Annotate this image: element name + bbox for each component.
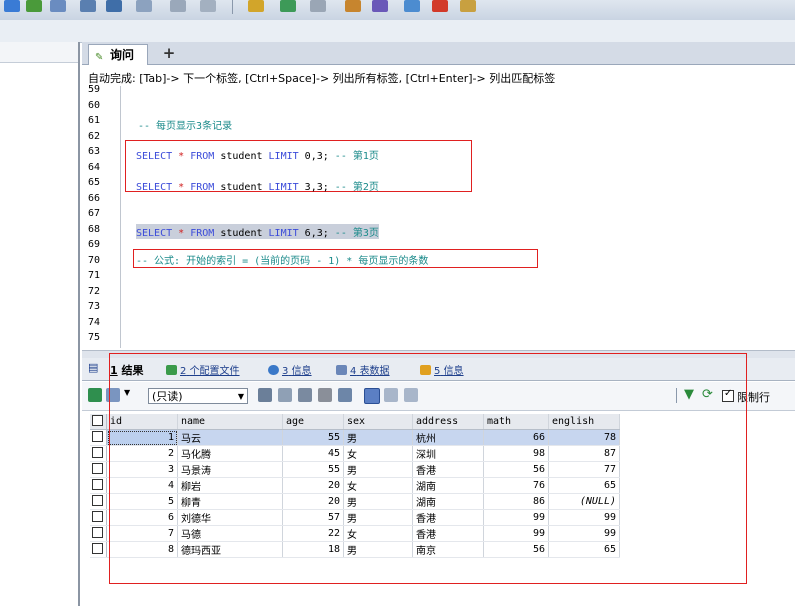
op-star: * — [178, 151, 185, 162]
line-number: 70 — [88, 254, 101, 266]
line-number: 61 — [88, 115, 101, 126]
object-browser-header — [0, 42, 80, 63]
line-number: 73 — [88, 301, 101, 312]
kw-select: SELECT — [136, 228, 173, 239]
code-query-3-selected[interactable]: SELECT * FROM student LIMIT 6,3; -- 第3页 — [136, 224, 379, 239]
query-tab-bar: ✎ 询问 + — [82, 42, 795, 65]
limit-args: 6,3; — [304, 228, 329, 239]
row-checkbox[interactable] — [90, 493, 107, 510]
tab-query-label: 询问 — [110, 48, 135, 62]
toolbar-separator — [232, 0, 233, 14]
table-icon[interactable] — [50, 0, 66, 12]
line-number: 67 — [88, 208, 101, 219]
code-query-1[interactable]: SELECT * FROM student LIMIT 0,3; -- 第1页 — [136, 147, 379, 162]
kw-from: FROM — [190, 228, 215, 239]
grid-icon[interactable] — [280, 0, 296, 12]
autocomplete-hint: 自动完成: [Tab]-> 下一个标签, [Ctrl+Space]-> 列出所有… — [88, 72, 556, 85]
line-number: 66 — [88, 192, 101, 204]
refresh-icon[interactable] — [248, 0, 264, 12]
table-name: student — [220, 151, 263, 162]
object-browser-strip — [0, 20, 795, 43]
row-checkbox[interactable] — [90, 429, 107, 446]
line-number: 71 — [88, 270, 101, 281]
limit-args: 3,3; — [304, 182, 329, 193]
tab-query[interactable]: ✎ 询问 — [88, 44, 148, 65]
op-star: * — [178, 228, 185, 239]
limit-args: 0,3; — [304, 151, 329, 162]
backup-icon[interactable] — [106, 0, 122, 12]
kw-limit: LIMIT — [268, 228, 299, 239]
table-name: student — [220, 228, 263, 239]
line-number: 68 — [88, 223, 101, 235]
row-checkbox[interactable] — [90, 509, 107, 526]
main-toolbar — [0, 0, 795, 21]
row-checkbox[interactable] — [90, 541, 107, 558]
check-icon[interactable] — [200, 0, 216, 12]
query-icon[interactable] — [80, 0, 96, 12]
row-checkbox[interactable] — [90, 525, 107, 542]
kw-select: SELECT — [136, 182, 173, 193]
query-comment: -- 第1页 — [334, 151, 379, 162]
query-tab-icon: ✎ — [95, 52, 104, 63]
row-checkbox[interactable] — [90, 445, 107, 462]
line-number: 65 — [88, 177, 101, 188]
schema-icon[interactable] — [170, 0, 186, 12]
row-checkbox[interactable] — [90, 477, 107, 494]
export-icon[interactable] — [404, 0, 420, 12]
schedule-icon[interactable] — [372, 0, 388, 12]
object-browser — [0, 42, 80, 606]
restore-icon[interactable] — [136, 0, 152, 12]
line-number: 75 — [88, 332, 101, 343]
line-number: 69 — [88, 239, 101, 250]
pdf-icon[interactable] — [432, 0, 448, 12]
table-name: student — [220, 182, 263, 193]
highlight-box-results — [109, 353, 747, 584]
query-comment: -- 第2页 — [334, 182, 379, 193]
row-checkbox[interactable] — [90, 461, 107, 478]
add-tab-button[interactable]: + — [160, 44, 178, 62]
query-comment: -- 第3页 — [334, 228, 379, 239]
kw-from: FROM — [190, 151, 215, 162]
fold-margin — [120, 86, 121, 348]
results-panel-icon: ▤ — [88, 361, 99, 374]
line-number: 63 — [88, 146, 101, 157]
select-all-checkbox[interactable] — [90, 414, 107, 430]
line-number: 62 — [88, 130, 101, 142]
pane-splitter[interactable] — [78, 42, 80, 606]
db-icon[interactable] — [4, 0, 20, 12]
chart-icon[interactable] — [460, 0, 476, 12]
line-number: 72 — [88, 285, 101, 297]
line-number: 60 — [88, 99, 101, 111]
kw-limit: LIMIT — [268, 182, 299, 193]
line-number: 64 — [88, 161, 101, 173]
code-formula-comment[interactable]: -- 公式: 开始的索引 = (当前的页码 - 1) * 每页显示的条数 — [136, 252, 428, 267]
kw-limit: LIMIT — [268, 151, 299, 162]
line-number: 59 — [88, 84, 101, 95]
op-star: * — [178, 182, 185, 193]
tools-icon[interactable] — [345, 0, 361, 12]
code-query-2[interactable]: SELECT * FROM student LIMIT 3,3; -- 第2页 — [136, 178, 379, 193]
kw-from: FROM — [190, 182, 215, 193]
kw-select: SELECT — [136, 151, 173, 162]
user-icon[interactable] — [310, 0, 326, 12]
line-number-gutter: 59 60 61 62 63 64 65 66 67 68 69 70 71 7… — [82, 84, 101, 348]
connect-icon[interactable] — [26, 0, 42, 12]
grid-menu-icon[interactable] — [88, 388, 102, 402]
code-comment-line[interactable]: -- 每页显示3条记录 — [138, 117, 232, 132]
line-number: 74 — [88, 316, 101, 328]
